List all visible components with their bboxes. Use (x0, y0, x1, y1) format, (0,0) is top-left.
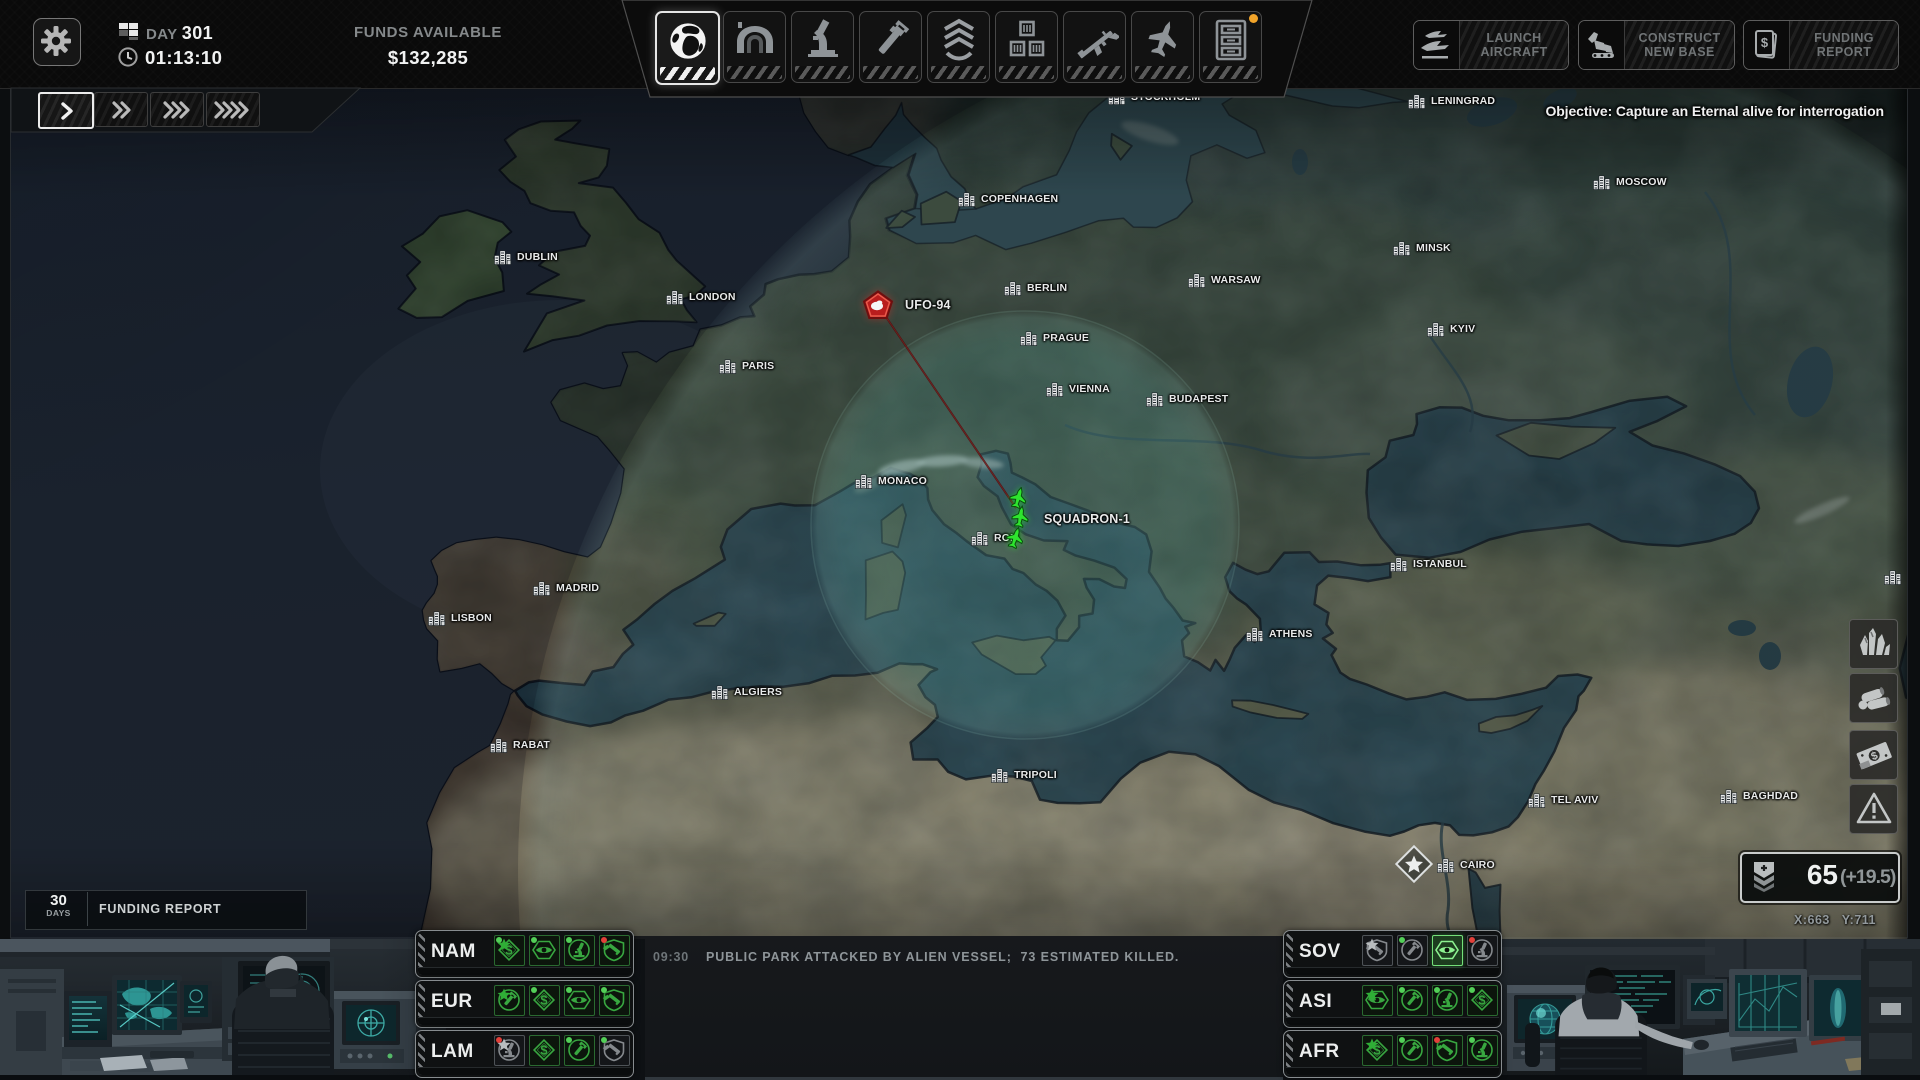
svg-text:$: $ (1760, 35, 1768, 50)
